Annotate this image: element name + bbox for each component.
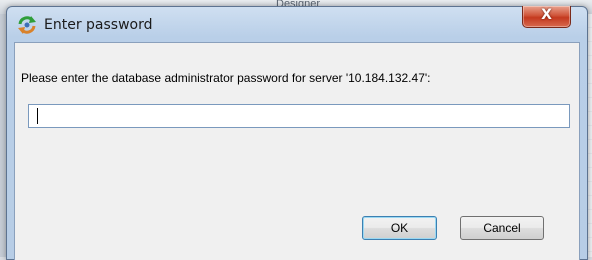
password-input[interactable] bbox=[28, 104, 570, 128]
password-prompt-label: Please enter the database administrator … bbox=[21, 71, 431, 85]
dialog-titlebar[interactable]: Enter password X bbox=[7, 6, 587, 42]
ok-button[interactable]: OK bbox=[362, 216, 437, 240]
refresh-arrows-icon bbox=[18, 16, 36, 34]
text-caret bbox=[37, 108, 38, 124]
close-icon: X bbox=[541, 7, 552, 23]
close-button[interactable]: X bbox=[522, 6, 571, 28]
dialog-title: Enter password bbox=[44, 17, 153, 33]
cancel-button[interactable]: Cancel bbox=[460, 216, 544, 240]
